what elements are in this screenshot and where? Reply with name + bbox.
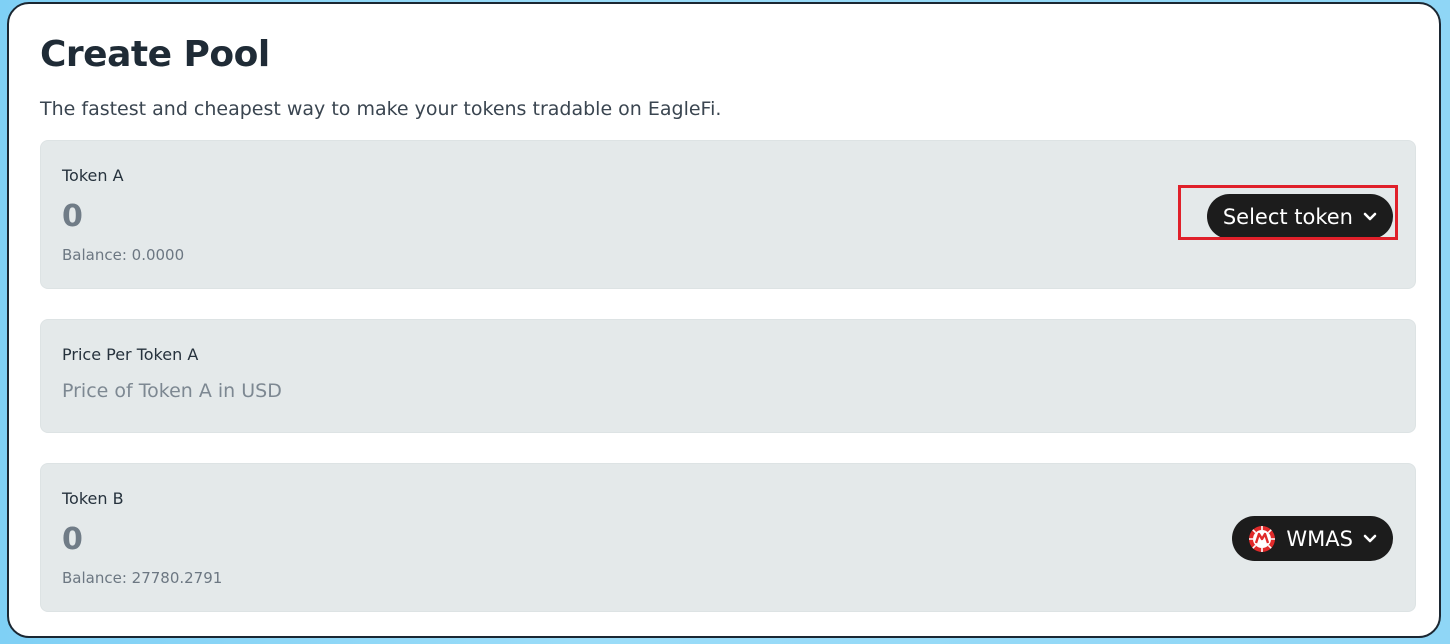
page-subtitle: The fastest and cheapest way to make you… <box>40 98 722 120</box>
token-a-panel: Token A 0 Balance: 0.0000 Select token <box>40 140 1416 289</box>
token-a-amount-input[interactable]: 0 <box>62 199 83 234</box>
token-b-balance: Balance: 27780.2791 <box>62 569 223 587</box>
chevron-down-icon <box>1363 534 1377 544</box>
price-per-token-a-input[interactable] <box>62 380 762 402</box>
wmas-coin-icon <box>1248 525 1276 553</box>
token-a-label: Token A <box>62 166 124 185</box>
selected-token-name: WMAS <box>1286 526 1353 551</box>
page-title: Create Pool <box>40 34 270 75</box>
token-b-label: Token B <box>62 489 124 508</box>
price-per-token-a-label: Price Per Token A <box>62 345 199 364</box>
token-a-balance: Balance: 0.0000 <box>62 246 185 264</box>
price-per-token-a-panel: Price Per Token A <box>40 319 1416 433</box>
select-token-label: Select token <box>1222 204 1353 229</box>
select-token-button[interactable]: Select token <box>1206 194 1393 239</box>
token-b-select-button[interactable]: WMAS <box>1232 516 1393 561</box>
token-b-amount-input[interactable]: 0 <box>62 522 83 557</box>
chevron-down-icon <box>1363 212 1377 222</box>
token-b-panel: Token B 0 Balance: 27780.2791 WMAS <box>40 463 1416 612</box>
create-pool-card: Create Pool The fastest and cheapest way… <box>7 2 1441 638</box>
